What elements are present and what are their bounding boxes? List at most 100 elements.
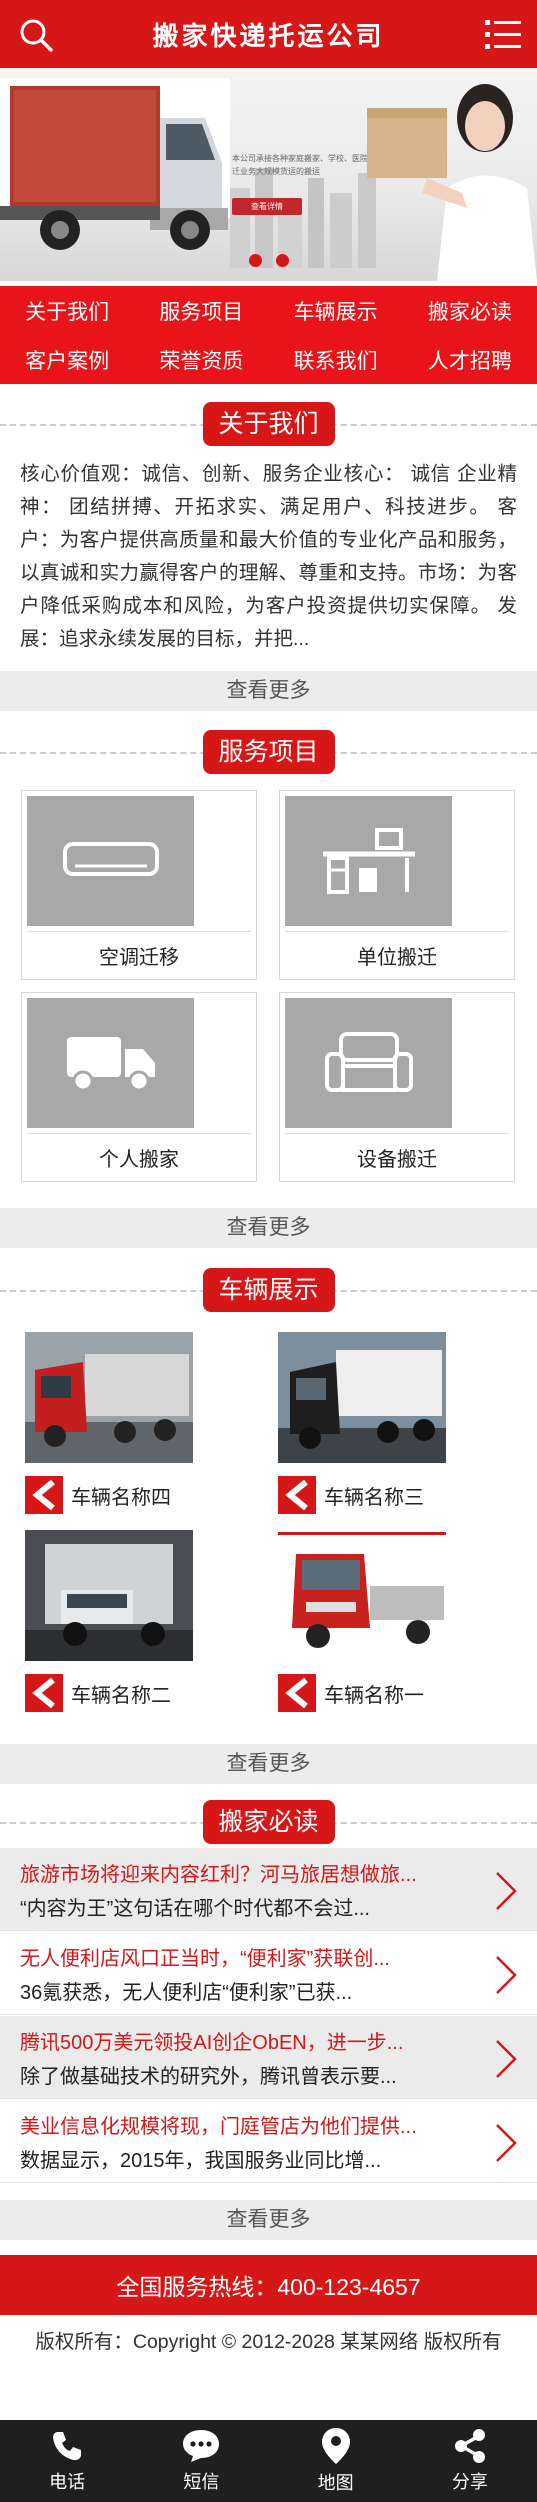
share-icon [454, 2429, 485, 2463]
chevron-right-icon [496, 1956, 517, 1994]
bottom-map-label: 地图 [317, 2473, 354, 2493]
banner-truck-image [0, 78, 230, 250]
banner-dot-2[interactable] [275, 254, 289, 267]
news-more-button[interactable]: 查看更多 [0, 2200, 537, 2240]
service-label: 空调迁移 [99, 947, 179, 969]
service-hotline[interactable]: 全国服务热线：400-123-4657 [0, 2255, 537, 2315]
nav-cases[interactable]: 客户案例 [0, 335, 134, 384]
vehicle-card[interactable]: 车辆名称二 [25, 1530, 193, 1714]
news-item[interactable]: 旅游市场将迎来内容红利？河马旅居想做旅... “内容为王”这句话在哪个时代都不会… [0, 1848, 537, 1931]
service-image-placeholder [285, 998, 452, 1128]
vehicle-caption: 车辆名称二 [25, 1672, 193, 1714]
vehicle-caption: 车辆名称一 [278, 1672, 446, 1714]
main-nav: 关于我们 服务项目 车辆展示 搬家必读 客户案例 荣誉资质 联系我们 人才招聘 [0, 286, 537, 384]
news-item[interactable]: 腾讯500万美元领投AI创企ObEN，进一步... 除了做基础技术的研究外，腾讯… [0, 2016, 537, 2099]
banner-dot-1[interactable] [248, 254, 262, 267]
about-heading-label: 关于我们 [202, 402, 335, 446]
site-title: 搬家快递托运公司 [152, 20, 385, 51]
bottom-phone-label: 电话 [49, 2472, 86, 2492]
office-desk-icon [322, 828, 415, 894]
banner-pagination [0, 254, 537, 267]
news-title: 腾讯500万美元领投AI创企ObEN，进一步... [20, 2032, 404, 2054]
card-divider [285, 1133, 509, 1134]
news-summary: “内容为王”这句话在哪个时代都不会过... [20, 1898, 370, 1920]
bottom-share-label: 分享 [451, 2472, 488, 2492]
card-divider [27, 931, 251, 932]
chevron-left-icon [278, 1476, 316, 1514]
vehicle-caption: 车辆名称三 [278, 1474, 446, 1516]
page: 搬家快递托运公司 本公司承接各种家庭搬家、学校、医院、商务楼搬迁业务大规模货运的… [0, 0, 537, 2502]
vehicle-photo [278, 1530, 446, 1661]
bottom-map-button[interactable]: 地图 [269, 2420, 403, 2502]
vehicles-more-button[interactable]: 查看更多 [0, 1744, 537, 1784]
bottom-toolbar: 电话 短信 地图 分享 [0, 2420, 537, 2502]
about-heading: 关于我们 [0, 402, 537, 448]
vehicle-caption: 车辆名称四 [25, 1474, 193, 1516]
chevron-right-icon [496, 2040, 517, 2078]
services-heading: 服务项目 [0, 730, 537, 776]
news-item[interactable]: 美业信息化规模将现，门庭管店为他们提供... 数据显示，2015年，我国服务业同… [0, 2100, 537, 2183]
vehicle-card[interactable]: 车辆名称四 [25, 1332, 193, 1516]
nav-honors[interactable]: 荣誉资质 [134, 335, 268, 384]
service-label: 个人搬家 [99, 1149, 179, 1171]
service-image-placeholder [27, 998, 194, 1128]
bottom-phone-button[interactable]: 电话 [0, 2420, 134, 2502]
menu-icon[interactable] [485, 18, 521, 50]
vehicle-card[interactable]: 车辆名称一 [278, 1530, 446, 1714]
banner-detail-button[interactable]: 查看详情 [232, 198, 302, 215]
nav-vehicles[interactable]: 车辆展示 [269, 286, 403, 335]
vehicle-card[interactable]: 车辆名称三 [278, 1332, 446, 1516]
service-card-personal[interactable]: 个人搬家 [21, 992, 257, 1182]
bottom-share-button[interactable]: 分享 [403, 2420, 537, 2502]
services-more-button[interactable]: 查看更多 [0, 1208, 537, 1248]
search-icon[interactable] [18, 17, 54, 53]
services-heading-label: 服务项目 [202, 730, 335, 774]
news-item[interactable]: 无人便利店风口正当时，“便利家”获联创... 36氪获悉，无人便利店“便利家”已… [0, 1932, 537, 2015]
card-divider [285, 931, 509, 932]
chevron-right-icon [496, 2124, 517, 2162]
sofa-icon [324, 1032, 413, 1092]
vehicle-name: 车辆名称二 [71, 1684, 171, 1707]
message-icon [183, 2430, 220, 2462]
copyright-text: 版权所有：Copyright © 2012-2028 某某网络 版权所有 [35, 2331, 502, 2353]
header: 搬家快递托运公司 [0, 0, 537, 68]
truck-icon [66, 1037, 155, 1092]
chevron-left-icon [25, 1674, 63, 1712]
vehicle-name: 车辆名称三 [324, 1486, 424, 1509]
nav-contact[interactable]: 联系我们 [269, 335, 403, 384]
news-heading-label: 搬家必读 [202, 1800, 335, 1844]
service-image-placeholder [27, 796, 194, 926]
banner-woman-with-box-image [367, 84, 537, 281]
banner-slider[interactable]: 本公司承接各种家庭搬家、学校、医院、商务楼搬迁业务大规模货运的搬运 查看详情 [0, 68, 537, 281]
bottom-message-button[interactable]: 短信 [134, 2420, 268, 2502]
news-summary: 除了做基础技术的研究外，腾讯曾表示要... [20, 2066, 397, 2088]
vehicle-name: 车辆名称一 [324, 1684, 424, 1707]
vehicles-heading-label: 车辆展示 [202, 1268, 335, 1312]
chevron-left-icon [25, 1476, 63, 1514]
news-title: 无人便利店风口正当时，“便利家”获联创... [20, 1948, 390, 1970]
nav-moving-guide[interactable]: 搬家必读 [403, 286, 537, 335]
vehicle-photo [25, 1332, 193, 1463]
vehicles-heading: 车辆展示 [0, 1268, 537, 1314]
news-title: 旅游市场将迎来内容红利？河马旅居想做旅... [20, 1864, 417, 1886]
service-card-equipment[interactable]: 设备搬迁 [279, 992, 515, 1182]
nav-about[interactable]: 关于我们 [0, 286, 134, 335]
about-text: 核心价值观：诚信、创新、服务企业核心： 诚信 企业精神： 团结拼搏、开拓求实、满… [20, 463, 517, 650]
news-heading: 搬家必读 [0, 1800, 537, 1846]
about-more-button[interactable]: 查看更多 [0, 671, 537, 711]
air-conditioner-icon [62, 842, 159, 876]
nav-services[interactable]: 服务项目 [134, 286, 268, 335]
service-image-placeholder [285, 796, 452, 926]
card-divider [27, 1133, 251, 1134]
nav-careers[interactable]: 人才招聘 [403, 335, 537, 384]
vehicle-photo [25, 1530, 193, 1661]
chevron-left-icon [278, 1674, 316, 1712]
news-title: 美业信息化规模将现，门庭管店为他们提供... [20, 2116, 417, 2138]
news-summary: 数据显示，2015年，我国服务业同比增... [20, 2150, 382, 2172]
news-summary: 36氪获悉，无人便利店“便利家”已获... [20, 1982, 353, 2004]
service-card-office[interactable]: 单位搬迁 [279, 790, 515, 980]
bottom-message-label: 短信 [183, 2472, 220, 2492]
service-card-ac[interactable]: 空调迁移 [21, 790, 257, 980]
vehicle-photo [278, 1332, 446, 1463]
vehicle-name: 车辆名称四 [71, 1486, 171, 1509]
